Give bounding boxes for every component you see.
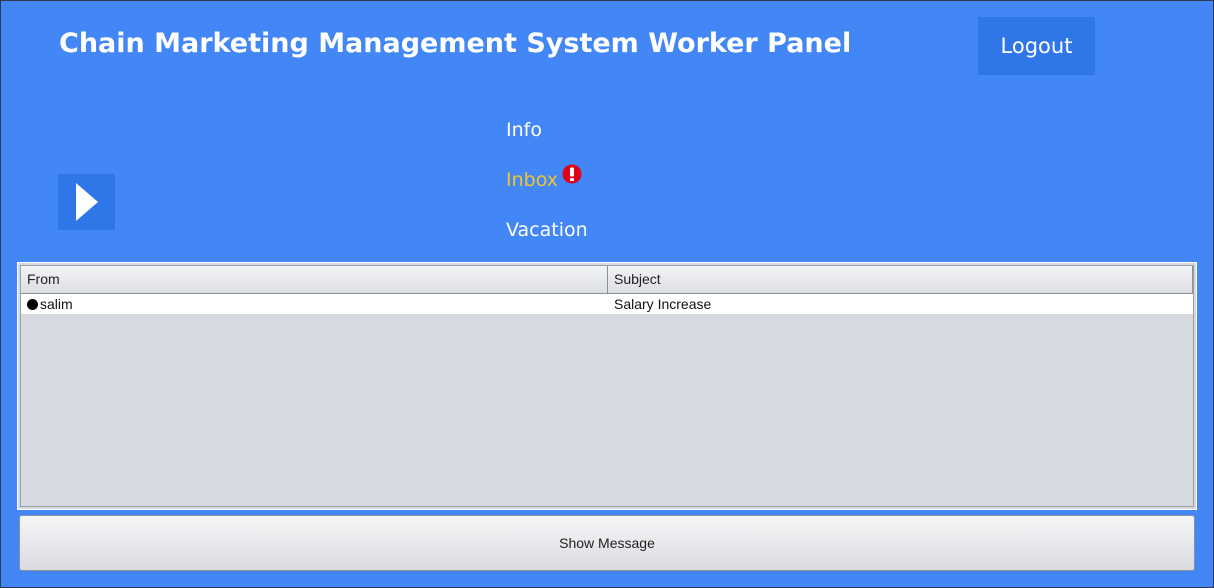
message-from: salim [40,296,73,312]
column-header-subject[interactable]: Subject [608,266,1193,293]
table-row[interactable]: salim Salary Increase [21,294,1193,314]
unread-dot-icon [27,299,38,310]
table-header: From Subject [21,266,1193,294]
message-subject: Salary Increase [614,296,712,312]
message-from-cell: salim [21,294,608,314]
nav-item-vacation[interactable]: Vacation [506,219,588,241]
inbox-table: From Subject salim Salary Increase [17,262,1197,510]
exclamation-alert-icon [562,164,582,184]
sidebar-toggle-button[interactable] [58,174,115,230]
play-arrow-icon [75,183,98,221]
inbox-table-body: From Subject salim Salary Increase [20,265,1194,507]
nav-item-inbox[interactable]: Inbox [506,169,558,191]
logout-button[interactable]: Logout [978,17,1095,75]
nav-item-info[interactable]: Info [506,119,542,141]
column-header-from[interactable]: From [21,266,608,293]
page-title: Chain Marketing Management System Worker… [59,28,852,59]
show-message-button[interactable]: Show Message [19,515,1195,571]
